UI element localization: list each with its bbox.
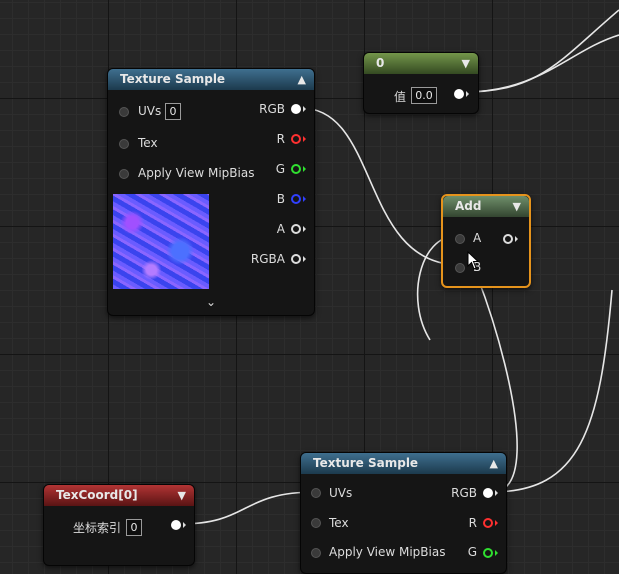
tex-input-pin[interactable] [119,139,129,149]
add-node[interactable]: Add ▼ A B [441,194,531,288]
node-header[interactable]: Texture Sample ▲ [108,69,314,90]
texture-sample-node-bottom[interactable]: Texture Sample ▲ UVs Tex Apply View MipB… [300,452,507,574]
texcoord-node[interactable]: TexCoord[0] ▼ 坐标索引 0 [43,484,195,566]
pin-arrow-icon [303,136,306,142]
collapse-arrow-icon[interactable]: ▲ [490,453,498,474]
mouse-cursor-icon [467,251,480,270]
uvs-value-field[interactable]: 0 [165,103,181,120]
a-input-label: A [473,231,482,245]
a-input-pin[interactable] [455,234,465,244]
wire-rgb-to-add-b [300,107,461,266]
normal-map-thumbnail [113,194,209,289]
g-output-label: G [467,545,477,559]
mipbias-input-pin[interactable] [119,169,129,179]
a-output-label: A [276,222,285,236]
uvs-label: UVs [329,486,353,500]
mipbias-input-pin[interactable] [311,548,321,558]
node-title: TexCoord[0] [56,488,138,502]
tex-label: Tex [138,136,158,150]
node-header[interactable]: 0 ▼ [364,53,478,74]
g-output-pin[interactable] [483,548,493,558]
rgb-output-pin[interactable] [483,488,493,498]
pin-arrow-icon [303,166,306,172]
mipbias-label: Apply View MipBias [138,166,255,180]
uvs-label: UVs [138,104,162,118]
wire-texcoord-to-uvs [179,491,317,525]
tex-input-pin[interactable] [311,518,321,528]
node-title: 0 [376,56,385,70]
expand-chevron-down-icon[interactable]: ⌄ [206,295,216,309]
coordinate-index-label: 坐标索引 [73,521,122,535]
uvs-input-pin[interactable] [119,107,129,117]
value-field[interactable]: 0.0 [411,87,437,104]
pin-arrow-icon [495,520,498,526]
rgb-output-label: RGB [451,486,477,500]
pin-arrow-icon [515,236,518,242]
pin-arrow-icon [303,106,306,112]
value-output-pin[interactable] [454,89,464,99]
pin-arrow-icon [183,522,186,528]
uvs-input-pin[interactable] [311,488,321,498]
r-output-label: R [276,132,285,146]
pin-arrow-icon [303,196,306,202]
g-output-pin[interactable] [291,164,301,174]
pin-arrow-icon [495,490,498,496]
b-output-pin[interactable] [291,194,301,204]
texcoord-output-pin[interactable] [171,520,181,530]
pin-arrow-icon [495,550,498,556]
node-title: Texture Sample [120,72,226,86]
node-title: Add [455,199,482,213]
rgba-output-label: RGBA [250,252,285,266]
node-header[interactable]: Add ▼ [443,196,529,217]
node-header[interactable]: TexCoord[0] ▼ [44,485,194,506]
r-output-pin[interactable] [291,134,301,144]
node-header[interactable]: Texture Sample ▲ [301,453,506,474]
collapse-arrow-icon[interactable]: ▲ [298,69,306,90]
b-output-label: B [276,192,285,206]
pin-arrow-icon [303,226,306,232]
chevron-down-icon[interactable]: ▼ [178,485,186,506]
constant-node[interactable]: 0 ▼ 值 0.0 [363,52,479,114]
wire-bottom-rgb-out [491,289,613,493]
node-title: Texture Sample [313,456,419,470]
tex-label: Tex [329,516,349,530]
texture-sample-node-top[interactable]: Texture Sample ▲ UVs 0 Tex Apply View Mi… [107,68,315,316]
rgba-output-pin[interactable] [291,254,301,264]
wire-constant-out-1 [463,9,619,93]
chevron-down-icon[interactable]: ▼ [462,53,470,74]
add-output-pin[interactable] [503,234,513,244]
g-output-label: G [275,162,285,176]
r-output-label: R [468,516,477,530]
rgb-output-pin[interactable] [291,104,301,114]
wire-constant-out-2 [463,34,619,93]
coordinate-index-field[interactable]: 0 [126,519,142,536]
pin-arrow-icon [466,91,469,97]
a-output-pin[interactable] [291,224,301,234]
rgb-output-label: RGB [259,102,285,116]
pin-arrow-icon [303,256,306,262]
b-input-pin[interactable] [455,263,465,273]
chevron-down-icon[interactable]: ▼ [513,196,521,217]
value-label: 值 [394,90,407,104]
mipbias-label: Apply View MipBias [329,545,446,559]
r-output-pin[interactable] [483,518,493,528]
